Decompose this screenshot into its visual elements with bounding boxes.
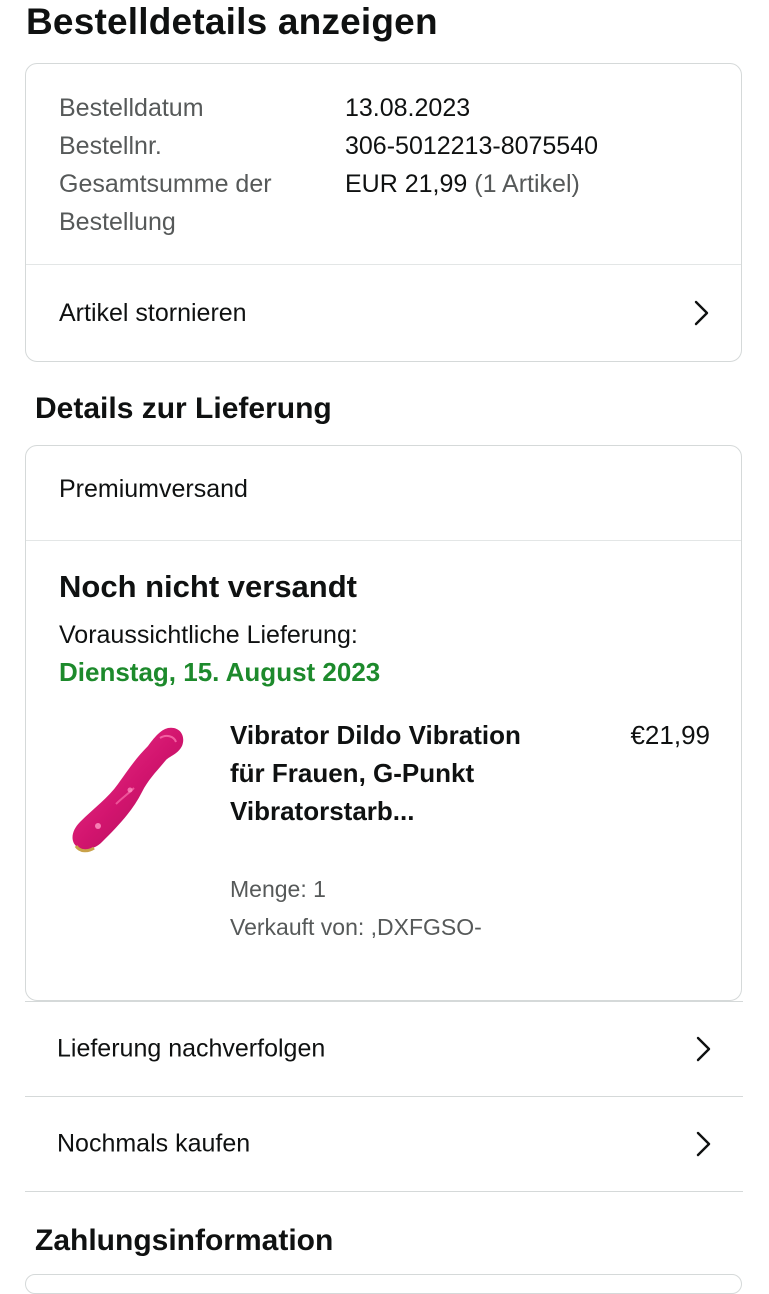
product-price: €21,99: [630, 720, 710, 750]
order-date-label: Bestelldatum: [59, 94, 204, 122]
delivery-section-title: Details zur Lieferung: [35, 392, 332, 425]
product-seller: Verkauft von: ,DXFGSO-: [230, 914, 482, 940]
order-date-value: 13.08.2023: [345, 94, 471, 122]
track-delivery-button[interactable]: Lieferung nachverfolgen: [25, 1001, 743, 1096]
page-title: Bestelldetails anzeigen: [26, 1, 438, 42]
order-total-value: EUR 21,99 (1 Artikel): [345, 165, 580, 203]
order-summary-details: Bestelldatum 13.08.2023 Bestellnr. 306-5…: [59, 89, 719, 241]
order-summary-card: Bestelldatum 13.08.2023 Bestellnr. 306-5…: [25, 63, 742, 362]
delivery-divider: [26, 540, 741, 541]
shipment-status: Noch nicht versandt: [59, 569, 357, 604]
order-total-amount: EUR 21,99: [345, 170, 468, 198]
payment-card: [25, 1274, 742, 1294]
track-delivery-label: Lieferung nachverfolgen: [57, 1034, 326, 1063]
product-quantity: Menge: 1: [230, 876, 326, 902]
order-total-label: Gesamtsumme der Bestellung: [59, 170, 272, 236]
shipping-method: Premiumversand: [59, 475, 248, 503]
buy-again-label: Nochmals kaufen: [57, 1129, 251, 1158]
cancel-items-button[interactable]: Artikel stornieren: [26, 265, 741, 361]
order-total-row: Gesamtsumme der Bestellung EUR 21,99 (1 …: [59, 165, 719, 241]
product-title-link[interactable]: Vibrator Dildo Vibration für Frauen, G-P…: [230, 716, 530, 830]
order-number-label: Bestellnr.: [59, 132, 162, 160]
actions-divider: [25, 1191, 743, 1192]
cancel-items-label: Artikel stornieren: [59, 298, 247, 327]
order-number-value: 306-5012213-8075540: [345, 132, 599, 160]
chevron-right-icon: [694, 300, 709, 326]
order-item-count: (1 Artikel): [474, 170, 580, 198]
eta-date: Dienstag, 15. August 2023: [59, 657, 381, 687]
order-number-row: Bestellnr. 306-5012213-8075540: [59, 127, 719, 165]
order-date-row: Bestelldatum 13.08.2023: [59, 89, 719, 127]
payment-section-title: Zahlungsinformation: [35, 1224, 334, 1257]
chevron-right-icon: [696, 1036, 711, 1062]
eta-label: Voraussichtliche Lieferung:: [59, 621, 358, 649]
product-image[interactable]: [56, 718, 196, 858]
buy-again-button[interactable]: Nochmals kaufen: [25, 1096, 743, 1191]
delivery-card: Premiumversand Noch nicht versandt Vorau…: [25, 445, 742, 1001]
chevron-right-icon: [696, 1131, 711, 1157]
